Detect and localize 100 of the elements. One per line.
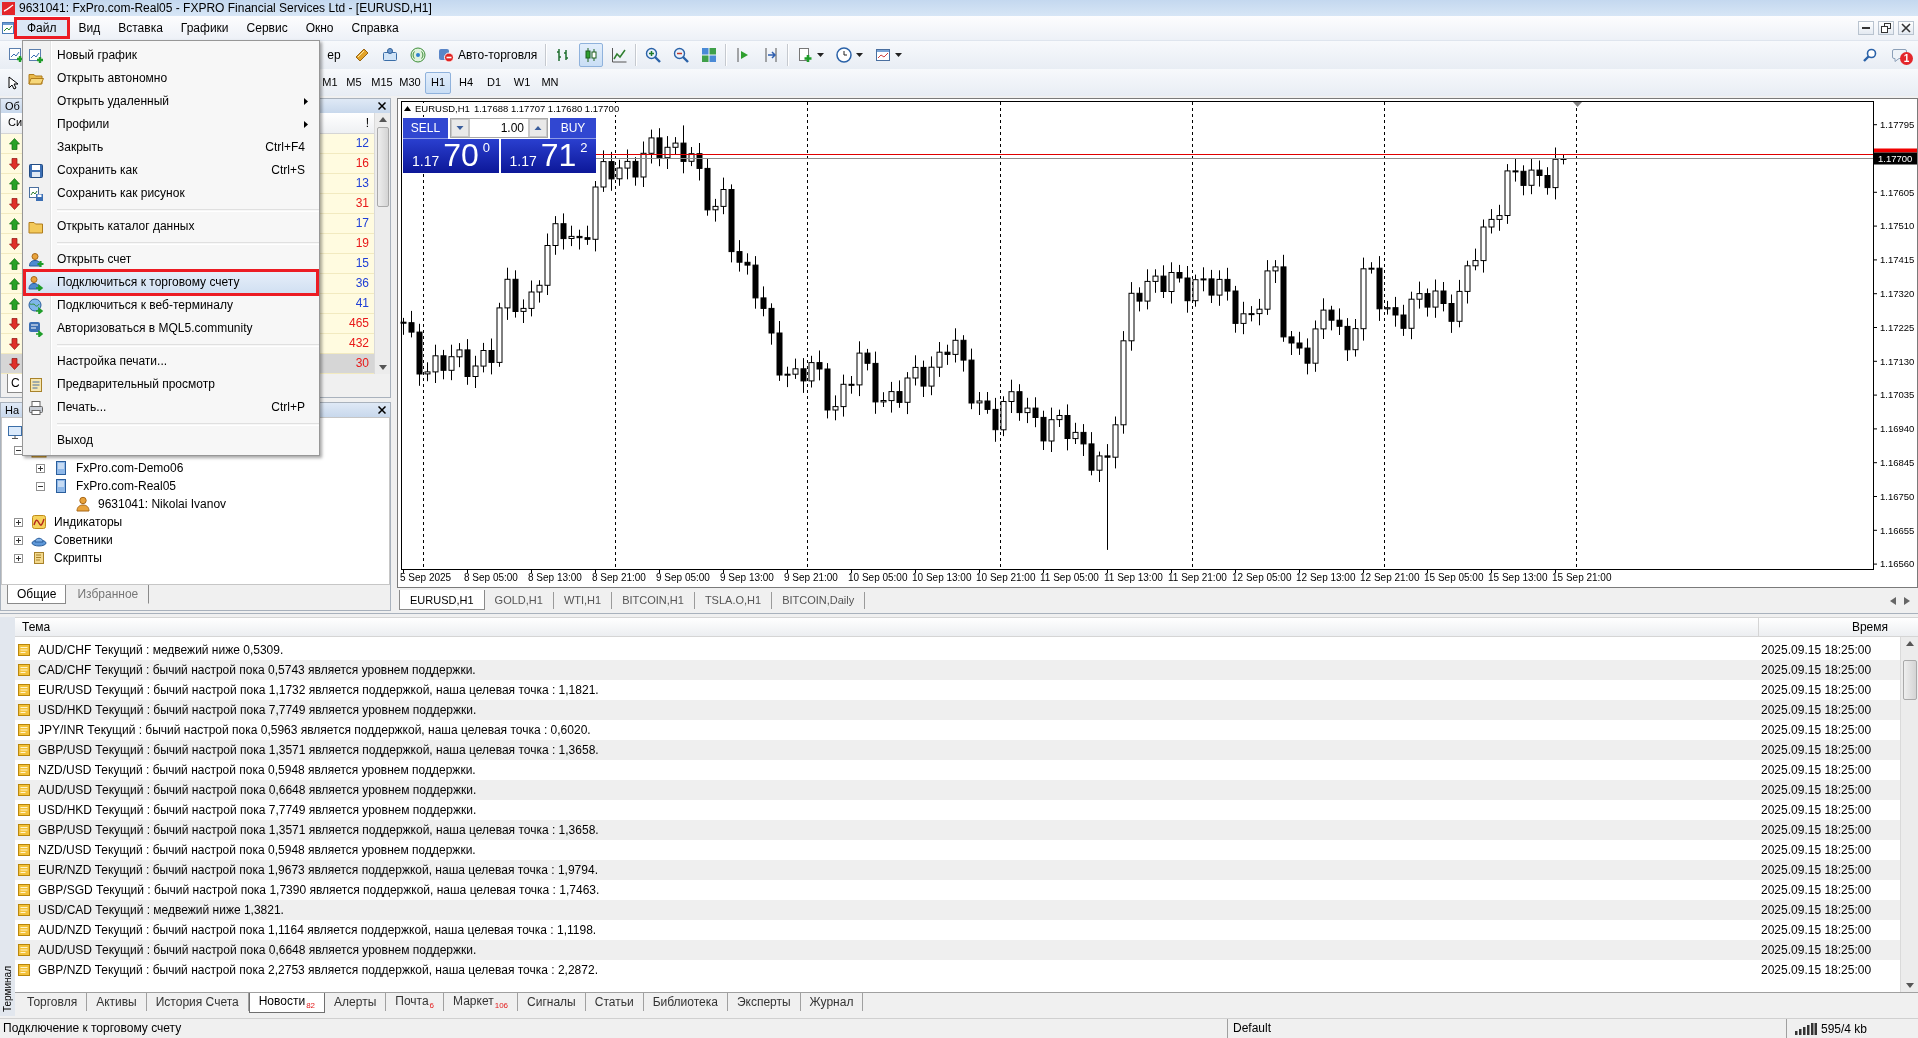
- menu-item[interactable]: Вставка: [109, 17, 172, 39]
- tree-item[interactable]: Индикаторы: [54, 514, 123, 530]
- menu-item[interactable]: Новый график: [23, 44, 319, 67]
- menu-item[interactable]: Закрыть Ctrl+F4: [23, 136, 319, 159]
- lot-size-field[interactable]: 1.00: [469, 119, 529, 137]
- menu-item[interactable]: Подключиться к торговому счету: [23, 269, 319, 296]
- minimize-button[interactable]: [1858, 21, 1874, 35]
- timeframe-button[interactable]: M5: [341, 71, 367, 94]
- terminal-tab[interactable]: Маркет$_{106}$: [444, 993, 519, 1011]
- timeframe-button[interactable]: D1: [481, 71, 507, 94]
- toolbar-button[interactable]: [579, 43, 604, 67]
- scroll-down-icon[interactable]: [378, 365, 387, 370]
- menu-item[interactable]: Открыть счет: [23, 248, 319, 271]
- scroll-left-icon[interactable]: [1890, 596, 1896, 605]
- scroll-right-icon[interactable]: [1904, 596, 1910, 605]
- expand-icon[interactable]: [14, 517, 23, 527]
- timeframe-button[interactable]: W1: [509, 71, 535, 94]
- chart-tab[interactable]: WTI,H1: [553, 592, 613, 609]
- scrollbar[interactable]: [374, 113, 390, 374]
- menu-item[interactable]: Вид: [69, 17, 110, 39]
- terminal-tab[interactable]: Алерты: [325, 993, 387, 1011]
- menu-item[interactable]: Открыть удаленный: [23, 90, 319, 113]
- menu-item[interactable]: Подключиться к веб-терминалу: [23, 294, 319, 317]
- scrollbar-thumb[interactable]: [376, 127, 389, 207]
- tree-item[interactable]: FxPro.com-Demo06: [76, 460, 184, 476]
- toolbar-button[interactable]: Авто-торговля: [434, 43, 542, 67]
- panel-tab[interactable]: Общие: [7, 585, 67, 604]
- menu-item[interactable]: Печать... Ctrl+P: [23, 396, 319, 419]
- terminal-tab[interactable]: Новости$_{82}$: [248, 993, 326, 1013]
- menu-item[interactable]: Открыть автономно: [23, 67, 319, 90]
- close-button[interactable]: [378, 102, 386, 110]
- timeframe-button[interactable]: M15: [369, 71, 395, 94]
- tree-item[interactable]: Скрипты: [54, 550, 102, 566]
- news-row[interactable]: AUD/NZD Текущий : бычий настрой пока 1,1164 является поддержкой, наша целевая точка : 1,1198. 2025.09.15 18:25:00: [15, 920, 1900, 940]
- spin-up-icon[interactable]: [529, 119, 547, 137]
- toolbar-button[interactable]: ер: [322, 43, 346, 67]
- collapse-icon[interactable]: [36, 481, 45, 491]
- chart-tab[interactable]: TSLA.O,H1: [694, 592, 773, 609]
- menu-item[interactable]: Настройка печати...: [23, 350, 319, 373]
- terminal-tab[interactable]: Журнал: [800, 993, 864, 1011]
- menu-item[interactable]: Справка: [342, 17, 408, 39]
- scroll-up-icon[interactable]: [378, 117, 387, 122]
- expand-icon[interactable]: [36, 463, 45, 473]
- scroll-down-icon[interactable]: [1905, 983, 1914, 988]
- terminal-tab[interactable]: Эксперты: [727, 993, 801, 1011]
- close-button[interactable]: [378, 406, 386, 414]
- chart-tab[interactable]: EURUSD,H1: [399, 590, 485, 610]
- expand-icon[interactable]: [14, 535, 23, 545]
- menu-item[interactable]: Файл: [14, 17, 70, 39]
- menu-item[interactable]: Открыть каталог данных: [23, 215, 319, 238]
- news-row[interactable]: GBP/USD Текущий : бычий настрой пока 1,3571 является поддержкой, наша целевая точка : 1,3658. 2025.09.15 18:25:00: [15, 740, 1900, 760]
- news-row[interactable]: AUD/USD Текущий : бычий настрой пока 0,6648 является уровнем поддержки. 2025.09.15 18:25:00: [15, 780, 1900, 800]
- menu-item[interactable]: Графики: [171, 17, 238, 39]
- tree-item[interactable]: 9631041: Nikolai Ivanov: [98, 496, 227, 512]
- menu-item[interactable]: Предварительный просмотр: [23, 373, 319, 396]
- news-row[interactable]: EUR/NZD Текущий : бычий настрой пока 1,9673 является поддержкой, наша целевая точка : 1,9794. 2025.09.15 18:25:00: [15, 860, 1900, 880]
- news-row[interactable]: USD/HKD Текущий : бычий настрой пока 7,7749 является уровнем поддержки. 2025.09.15 18:25:00: [15, 700, 1900, 720]
- timeframe-button[interactable]: M30: [397, 71, 423, 94]
- news-row[interactable]: AUD/CHF Текущий : медвежий ниже 0,5309. 2025.09.15 18:25:00: [15, 640, 1900, 660]
- news-row[interactable]: EUR/USD Текущий : бычий настрой пока 1,1732 является поддержкой, наша целевая точка : 1,1821. 2025.09.15 18:25:00: [15, 680, 1900, 700]
- news-row[interactable]: JPY/INR Текущий : бычий настрой пока 0,5963 является поддержкой, наша целевая точка : 0,6020. 2025.09.15 18:25:00: [15, 720, 1900, 740]
- tree-item[interactable]: FxPro.com-Real05: [76, 478, 177, 494]
- timeframe-button[interactable]: MN: [537, 71, 563, 94]
- spin-down-icon[interactable]: [451, 119, 469, 137]
- menu-item[interactable]: Сохранить как рисунок: [23, 182, 319, 205]
- terminal-tab[interactable]: История Счета: [146, 993, 249, 1011]
- scroll-up-icon[interactable]: [1905, 641, 1914, 646]
- terminal-tab[interactable]: Активы: [87, 993, 147, 1011]
- menu-item[interactable]: Профили: [23, 113, 319, 136]
- timeframe-button[interactable]: H4: [453, 71, 479, 94]
- news-row[interactable]: GBP/SGD Текущий : бычий настрой пока 1,7390 является поддержкой, наша целевая точка : 1,7463. 2025.09.15 18:25:00: [15, 880, 1900, 900]
- terminal-tab[interactable]: Сигналы: [518, 993, 586, 1011]
- news-row[interactable]: GBP/NZD Текущий : бычий настрой пока 2,2753 является поддержкой, наша целевая точка : 2,2872. 2025.09.15 18:25:00: [15, 960, 1900, 980]
- expand-icon[interactable]: [14, 553, 23, 563]
- chart-tab[interactable]: GOLD,H1: [484, 592, 554, 609]
- news-row[interactable]: GBP/USD Текущий : бычий настрой пока 1,3571 является поддержкой, наша целевая точка : 1,3658. 2025.09.15 18:25:00: [15, 820, 1900, 840]
- scrollbar-thumb[interactable]: [1902, 660, 1917, 700]
- terminal-tab[interactable]: Библиотека: [643, 993, 728, 1011]
- terminal-tab[interactable]: Статьи: [585, 993, 644, 1011]
- menu-item[interactable]: Авторизоваться в MQL5.community: [23, 317, 319, 340]
- scrollbar[interactable]: [1900, 637, 1918, 992]
- shift-marker-icon[interactable]: [1573, 102, 1582, 107]
- sell-button[interactable]: SELL: [403, 118, 448, 139]
- tree-item[interactable]: Советники: [54, 532, 113, 548]
- news-row[interactable]: NZD/USD Текущий : бычий настрой пока 0,5948 является уровнем поддержки. 2025.09.15 18:25:00: [15, 760, 1900, 780]
- news-row[interactable]: AUD/USD Текущий : бычий настрой пока 0,6648 является уровнем поддержки. 2025.09.15 18:25:00: [15, 940, 1900, 960]
- news-row[interactable]: USD/HKD Текущий : бычий настрой пока 7,7749 является уровнем поддержки. 2025.09.15 18:25:00: [15, 800, 1900, 820]
- chart-tab[interactable]: BITCOIN,Daily: [772, 592, 866, 609]
- chart-window-icon[interactable]: [2, 22, 14, 34]
- notifications-button[interactable]: 1: [1886, 43, 1914, 67]
- news-row[interactable]: NZD/USD Текущий : бычий настрой пока 0,5948 является уровнем поддержки. 2025.09.15 18:25:00: [15, 840, 1900, 860]
- news-row[interactable]: USD/CAD Текущий : медвежий ниже 1,3821. 2025.09.15 18:25:00: [15, 900, 1900, 920]
- terminal-tab[interactable]: Почта$_{6}$: [386, 993, 445, 1011]
- menu-item[interactable]: Сохранить как Ctrl+S: [23, 159, 319, 182]
- restore-button[interactable]: [1878, 21, 1894, 35]
- terminal-tab[interactable]: Торговля: [18, 993, 88, 1011]
- timeframe-button[interactable]: M1: [321, 71, 339, 94]
- panel-tab[interactable]: Избранное: [66, 585, 150, 604]
- timeframe-button[interactable]: H1: [425, 71, 451, 94]
- buy-button[interactable]: BUY: [550, 118, 596, 139]
